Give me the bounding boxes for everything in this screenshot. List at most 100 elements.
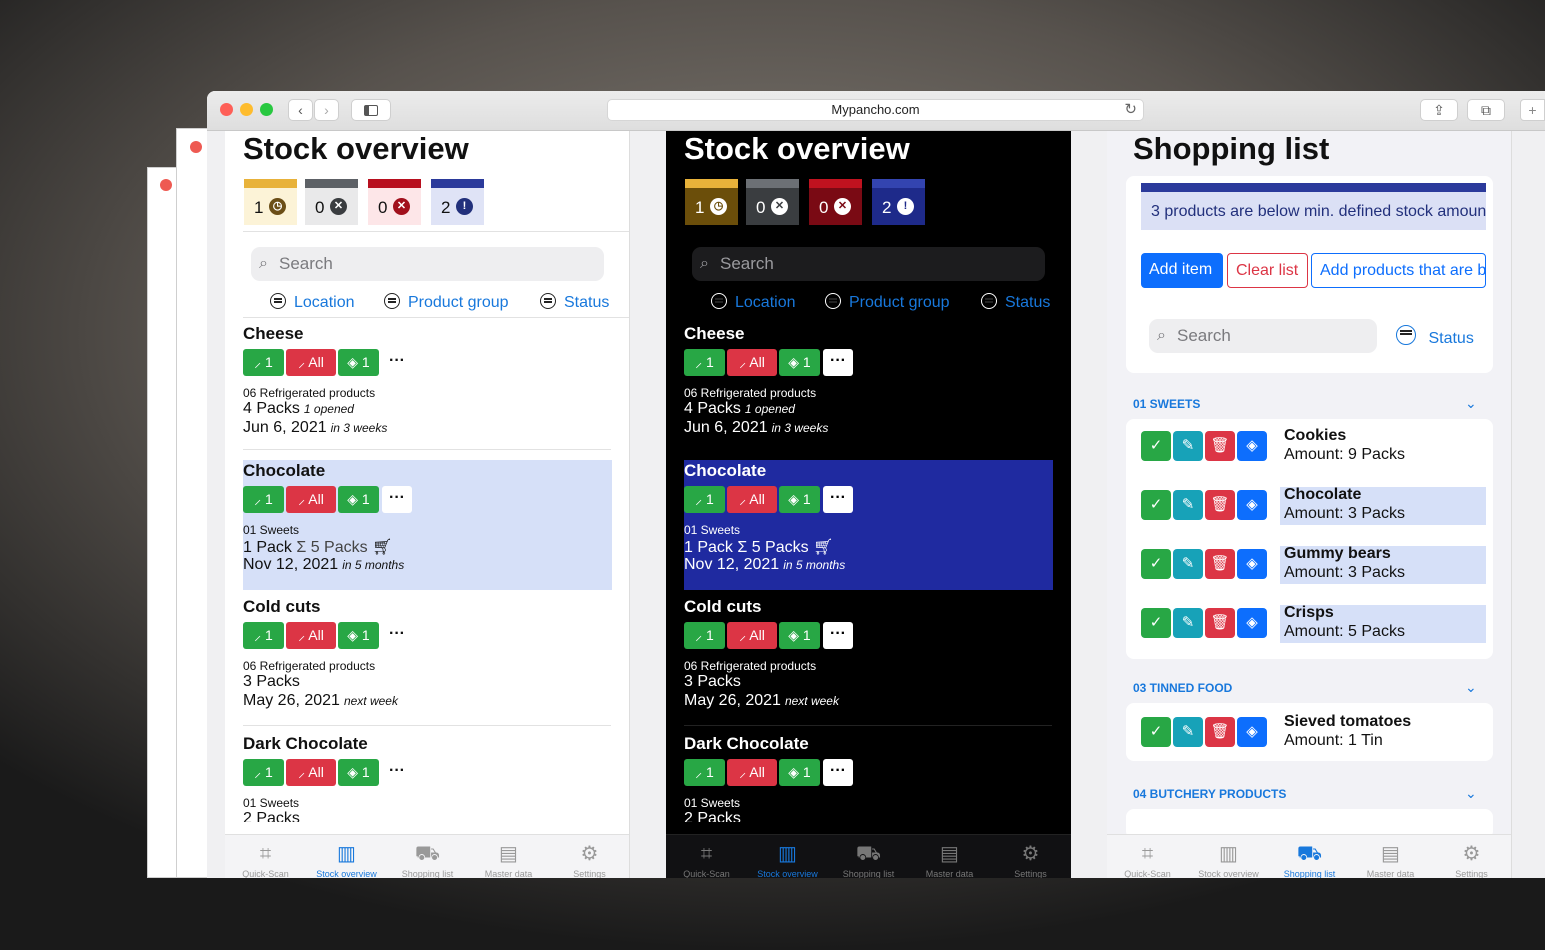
done-button[interactable]: ✓ <box>1141 431 1171 461</box>
nav-shopping-list[interactable]: ⛟ Shopping list <box>828 839 909 878</box>
add-below-min-button[interactable]: Add products that are below min. stock <box>1311 253 1486 288</box>
chevron-down-icon[interactable]: ⌄ <box>1465 395 1477 412</box>
background-window-1-close-icon[interactable] <box>190 141 202 153</box>
badge-due-soon[interactable]: 1 ◷ <box>685 179 738 225</box>
badge-below-min[interactable]: 2! <box>872 179 925 225</box>
badge-expired[interactable]: 0 ✕ <box>809 179 862 225</box>
edit-button[interactable]: ✎ <box>1173 549 1203 579</box>
consume-all-button[interactable]: ⸝ All <box>286 349 336 376</box>
consume-one-button[interactable]: ⸝ 1 <box>243 349 284 376</box>
badge-due-soon[interactable]: 1 ◷ <box>244 179 297 225</box>
list-item[interactable]: Chocolate ⸝ 1 ⸝ All ◈ 1 ··· 01 Sweets 1 … <box>243 461 611 591</box>
list-item[interactable]: Dark Chocolate ⸝ 1 ⸝ All ◈ 1 ··· 01 Swee… <box>684 734 1052 822</box>
tabs-overview-button[interactable]: ⧉ <box>1467 99 1505 121</box>
done-button[interactable]: ✓ <box>1141 608 1171 638</box>
filter-product-group[interactable]: Product group <box>825 293 950 312</box>
list-item[interactable]: ✓ ✎ 🗑︎ ◈ Chocolate Amount: 3 Packs <box>1141 486 1486 524</box>
consume-one-button[interactable]: ⸝ 1 <box>684 622 725 649</box>
more-button[interactable]: ··· <box>382 622 412 649</box>
search-input[interactable]: ⌕ Search <box>251 247 604 281</box>
consume-all-button[interactable]: ⸝ All <box>727 486 777 513</box>
open-one-button[interactable]: ◈ 1 <box>338 486 379 513</box>
filter-status[interactable]: Status <box>981 293 1050 312</box>
sidebar-toggle-button[interactable] <box>351 99 391 121</box>
list-item[interactable]: ✓ ✎ 🗑︎ ◈ Cookies Amount: 9 Packs <box>1141 427 1486 465</box>
edit-button[interactable]: ✎ <box>1173 717 1203 747</box>
more-button[interactable]: ··· <box>823 759 853 786</box>
list-item[interactable]: Cold cuts ⸝ 1 ⸝ All ◈ 1 ··· 06 Refrigera… <box>243 597 611 727</box>
add-to-stock-button[interactable]: ◈ <box>1237 549 1267 579</box>
consume-all-button[interactable]: ⸝ All <box>727 349 777 376</box>
consume-all-button[interactable]: ⸝ All <box>727 759 777 786</box>
consume-one-button[interactable]: ⸝ 1 <box>684 349 725 376</box>
back-button[interactable]: ‹ <box>288 99 313 121</box>
consume-all-button[interactable]: ⸝ All <box>727 622 777 649</box>
reload-icon[interactable]: ↻ <box>1124 100 1137 120</box>
close-window-icon[interactable] <box>220 103 233 116</box>
more-button[interactable]: ··· <box>382 759 412 786</box>
forward-button[interactable]: › <box>314 99 339 121</box>
nav-settings[interactable]: ⚙ Settings <box>990 839 1071 878</box>
chevron-down-icon[interactable]: ⌄ <box>1465 679 1477 696</box>
open-one-button[interactable]: ◈ 1 <box>779 349 820 376</box>
open-one-button[interactable]: ◈ 1 <box>338 622 379 649</box>
search-input[interactable]: ⌕ Search <box>1149 319 1377 353</box>
consume-one-button[interactable]: ⸝ 1 <box>684 759 725 786</box>
edit-button[interactable]: ✎ <box>1173 608 1203 638</box>
open-one-button[interactable]: ◈ 1 <box>779 622 820 649</box>
minimize-window-icon[interactable] <box>240 103 253 116</box>
add-to-stock-button[interactable]: ◈ <box>1237 717 1267 747</box>
share-button[interactable]: ⇪ <box>1420 99 1458 121</box>
filter-status[interactable]: Status <box>540 293 609 312</box>
list-item[interactable]: Cheese ⸝ 1 ⸝ All ◈ 1 ··· 06 Refrigerated… <box>684 324 1052 454</box>
nav-quick-scan[interactable]: ⌗ Quick-Scan <box>225 839 306 878</box>
address-bar[interactable]: Mypancho.com ↻ <box>607 99 1144 121</box>
edit-button[interactable]: ✎ <box>1173 431 1203 461</box>
delete-button[interactable]: 🗑︎ <box>1205 490 1235 520</box>
clear-list-button[interactable]: Clear list <box>1227 253 1308 288</box>
zoom-window-icon[interactable] <box>260 103 273 116</box>
done-button[interactable]: ✓ <box>1141 717 1171 747</box>
background-window-2-close-icon[interactable] <box>160 179 172 191</box>
filter-location[interactable]: Location <box>270 293 355 312</box>
delete-button[interactable]: 🗑︎ <box>1205 431 1235 461</box>
add-to-stock-button[interactable]: ◈ <box>1237 608 1267 638</box>
add-to-stock-button[interactable]: ◈ <box>1237 490 1267 520</box>
nav-shopping-list[interactable]: ⛟ Shopping list <box>387 839 468 878</box>
delete-button[interactable]: 🗑︎ <box>1205 549 1235 579</box>
nav-quick-scan[interactable]: ⌗ Quick-Scan <box>666 839 747 878</box>
list-item[interactable]: Dark Chocolate ⸝ 1 ⸝ All ◈ 1 ··· 01 Swee… <box>243 734 611 822</box>
open-one-button[interactable]: ◈ 1 <box>779 486 820 513</box>
nav-stock-overview[interactable]: ▥ Stock overview <box>306 839 387 878</box>
more-button[interactable]: ··· <box>382 486 412 513</box>
consume-all-button[interactable]: ⸝ All <box>286 486 336 513</box>
list-item[interactable]: Chocolate ⸝ 1 ⸝ All ◈ 1 ··· 01 Sweets 1 … <box>684 461 1052 591</box>
delete-button[interactable]: 🗑︎ <box>1205 717 1235 747</box>
list-item[interactable]: ✓ ✎ 🗑︎ ◈ Crisps Amount: 5 Packs <box>1141 604 1486 642</box>
done-button[interactable]: ✓ <box>1141 490 1171 520</box>
consume-one-button[interactable]: ⸝ 1 <box>684 486 725 513</box>
chevron-down-icon[interactable]: ⌄ <box>1465 785 1477 802</box>
nav-stock-overview[interactable]: ▥ Stock overview <box>747 839 828 878</box>
nav-master-data[interactable]: ▤ Master data <box>1350 839 1431 878</box>
nav-settings[interactable]: ⚙ Settings <box>1431 839 1511 878</box>
consume-one-button[interactable]: ⸝ 1 <box>243 486 284 513</box>
more-button[interactable]: ··· <box>823 486 853 513</box>
nav-stock-overview[interactable]: ▥ Stock overview <box>1188 839 1269 878</box>
nav-settings[interactable]: ⚙ Settings <box>549 839 629 878</box>
consume-all-button[interactable]: ⸝ All <box>286 759 336 786</box>
search-input[interactable]: ⌕ Search <box>692 247 1045 281</box>
list-item[interactable]: ✓ ✎ 🗑︎ ◈ Gummy bears Amount: 3 Packs <box>1141 545 1486 583</box>
badge-expired[interactable]: 0 ✕ <box>368 179 421 225</box>
badge-overdue[interactable]: 0 ✕ <box>305 179 358 225</box>
consume-one-button[interactable]: ⸝ 1 <box>243 759 284 786</box>
list-item[interactable]: Cold cuts ⸝ 1 ⸝ All ◈ 1 ··· 06 Refrigera… <box>684 597 1052 727</box>
consume-all-button[interactable]: ⸝ All <box>286 622 336 649</box>
more-button[interactable]: ··· <box>823 349 853 376</box>
open-one-button[interactable]: ◈ 1 <box>779 759 820 786</box>
new-tab-button[interactable]: + <box>1520 99 1545 121</box>
list-item[interactable]: ✓ ✎ 🗑︎ ◈ Sieved tomatoes Amount: 1 Tin <box>1141 713 1486 751</box>
add-item-button[interactable]: Add item <box>1141 253 1223 288</box>
open-one-button[interactable]: ◈ 1 <box>338 349 379 376</box>
badge-below-min[interactable]: 2! <box>431 179 484 225</box>
